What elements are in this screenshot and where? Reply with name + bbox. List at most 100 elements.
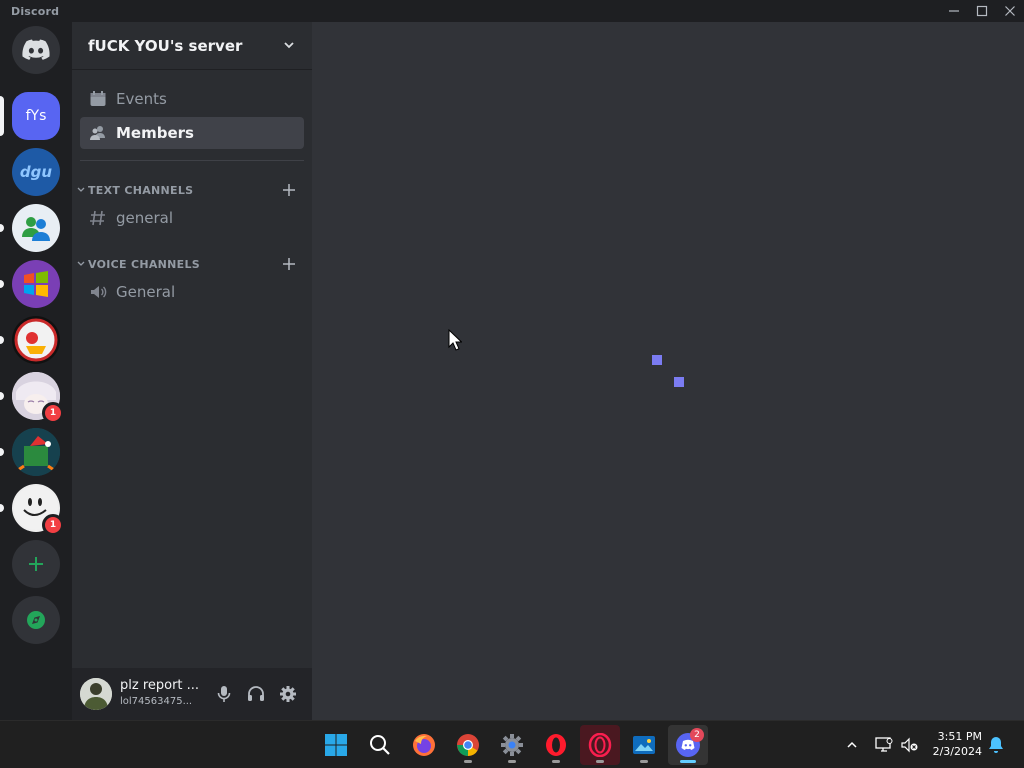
server-initials: dgu: [19, 163, 53, 181]
server-initials: fYs: [25, 108, 47, 124]
close-button[interactable]: [996, 0, 1024, 22]
mention-badge: 1: [42, 402, 64, 424]
settings-app-icon: [501, 734, 523, 756]
chevron-down-icon: [77, 261, 85, 266]
calendar-icon: [88, 89, 108, 109]
firefox-icon: [413, 734, 435, 756]
gear-icon: [280, 686, 296, 702]
running-indicator: [680, 760, 696, 763]
unread-indicator: [0, 448, 4, 456]
create-channel-icon[interactable]: [282, 257, 296, 271]
windows-taskbar: 2 3:51 PM 2/3/2024: [0, 720, 1024, 768]
clock-date: 2/3/2024: [932, 745, 982, 758]
running-indicator: [508, 760, 516, 763]
server-header[interactable]: fUCK YOU's server: [72, 22, 312, 70]
server-character[interactable]: [12, 316, 60, 364]
server-messenger[interactable]: [12, 204, 60, 252]
mute-button[interactable]: [212, 682, 236, 706]
user-panel: plz report ... lol74563475...: [72, 668, 312, 720]
mouse-cursor-icon: [448, 329, 462, 351]
loading-spinner-square: [652, 355, 662, 365]
nav-label: Members: [116, 124, 194, 142]
server-fys[interactable]: fYs: [12, 92, 60, 140]
title-bar: Discord: [0, 0, 1024, 22]
nav-members[interactable]: Members: [80, 117, 304, 149]
running-indicator: [464, 760, 472, 763]
server-name: fUCK YOU's server: [88, 36, 243, 55]
network-icon: [875, 737, 893, 752]
taskbar-settings[interactable]: [492, 725, 532, 765]
character-avatar-icon: [14, 318, 58, 362]
user-settings-button[interactable]: [276, 682, 300, 706]
channel-name: general: [116, 209, 174, 227]
taskbar-chrome[interactable]: [448, 725, 488, 765]
add-server-button[interactable]: [12, 540, 60, 588]
speaker-muted-icon: [901, 737, 918, 753]
running-indicator: [552, 760, 560, 763]
user-avatar-icon: [80, 678, 112, 710]
category-label: TEXT CHANNELS: [88, 183, 194, 197]
chrome-icon: [457, 734, 479, 756]
clock-time: 3:51 PM: [937, 730, 982, 743]
notifications-button[interactable]: [986, 735, 1006, 755]
deafen-button[interactable]: [244, 682, 268, 706]
sidebar-divider: [80, 160, 304, 161]
taskbar-photos[interactable]: [624, 725, 664, 765]
hash-icon: [88, 208, 108, 228]
unread-indicator: [0, 336, 4, 344]
server-dgu[interactable]: dgu: [12, 148, 60, 196]
network-button[interactable]: [874, 735, 894, 755]
home-button[interactable]: [12, 26, 60, 74]
taskbar-opera[interactable]: [536, 725, 576, 765]
minimize-icon: [949, 10, 959, 12]
create-channel-icon[interactable]: [282, 183, 296, 197]
channel-general-text[interactable]: general: [80, 202, 304, 234]
unread-indicator: [0, 280, 4, 288]
channel-general-voice[interactable]: General: [80, 276, 304, 308]
category-voice-channels[interactable]: VOICE CHANNELS: [72, 252, 312, 276]
chevron-down-icon: [77, 187, 85, 192]
mention-badge: 1: [42, 514, 64, 536]
notification-badge: 2: [690, 728, 704, 742]
volume-button[interactable]: [900, 735, 920, 755]
server-rail: fYs dgu 1 1: [0, 22, 72, 720]
plus-icon: [29, 557, 43, 571]
microphone-icon: [217, 686, 231, 702]
close-icon: [1005, 6, 1015, 16]
compass-icon: [27, 611, 45, 629]
search-button[interactable]: [360, 725, 400, 765]
members-icon: [88, 123, 108, 143]
start-button[interactable]: [316, 725, 356, 765]
people-icon: [22, 217, 50, 241]
headset-icon: [248, 686, 264, 701]
avatar[interactable]: [80, 678, 112, 710]
start-icon: [325, 734, 347, 756]
selected-indicator: [0, 96, 4, 136]
taskbar-discord[interactable]: 2: [668, 725, 708, 765]
opera-gx-icon: [588, 733, 612, 757]
chevron-down-icon: [284, 42, 294, 49]
category-text-channels[interactable]: TEXT CHANNELS: [72, 178, 312, 202]
app-title: Discord: [11, 5, 60, 18]
channel-sidebar: fUCK YOU's server Events Members TEXT CH…: [72, 22, 312, 668]
opera-icon: [546, 734, 566, 756]
bell-icon: [989, 737, 1003, 753]
server-windows[interactable]: [12, 260, 60, 308]
unread-indicator: [0, 504, 4, 512]
show-hidden-icons-button[interactable]: [842, 735, 862, 755]
server-christmas[interactable]: [12, 428, 60, 476]
discord-window: Discord fYs dgu 1 1 fUCK YOU's server Ev…: [0, 0, 1024, 768]
maximize-button[interactable]: [968, 0, 996, 22]
speaker-icon: [88, 282, 108, 302]
unread-indicator: [0, 392, 4, 400]
explore-servers-button[interactable]: [12, 596, 60, 644]
taskbar-firefox[interactable]: [404, 725, 444, 765]
loading-spinner-square: [674, 377, 684, 387]
nav-events[interactable]: Events: [80, 83, 304, 115]
user-display-name[interactable]: plz report ...: [120, 678, 199, 693]
minimize-button[interactable]: [940, 0, 968, 22]
discord-logo-icon: [22, 39, 50, 60]
system-clock[interactable]: 3:51 PM 2/3/2024: [922, 729, 982, 759]
taskbar-opera-gx[interactable]: [580, 725, 620, 765]
main-content: [312, 22, 1024, 720]
